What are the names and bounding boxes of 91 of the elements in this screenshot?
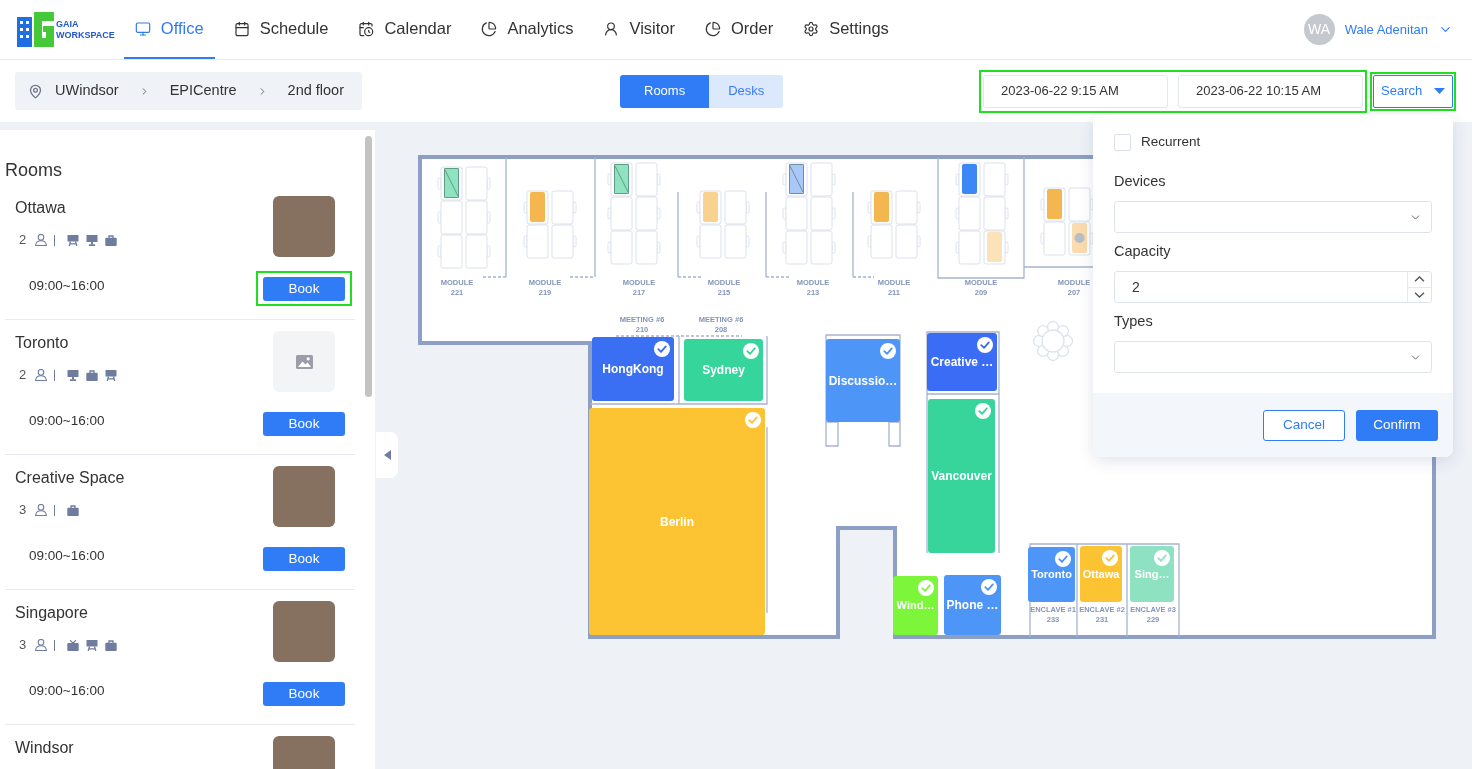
easel-icon	[105, 369, 118, 381]
opening-hours: 09:00~16:00	[28, 682, 106, 700]
field-label: Capacity	[1114, 242, 1172, 261]
book-button[interactable]: Book	[263, 276, 345, 301]
desk[interactable]	[782, 162, 808, 197]
number-input[interactable]: 2	[1114, 271, 1432, 303]
nav-tab[interactable]: Calendar	[347, 0, 463, 59]
chevron-up-icon	[1414, 276, 1425, 283]
cancel-button[interactable]: Cancel	[1263, 410, 1345, 441]
scrollbar[interactable]	[365, 136, 372, 397]
select-field[interactable]	[1114, 201, 1432, 233]
field-label: Devices	[1114, 172, 1167, 191]
book-button[interactable]: Book	[263, 546, 345, 571]
date-field[interactable]: 2023-06-22 10:15 AM	[1178, 74, 1363, 108]
logo-mark	[17, 12, 54, 47]
capacity-count: 3	[19, 636, 27, 655]
person-icon	[35, 504, 48, 516]
person-icon	[35, 639, 48, 651]
nav-tab[interactable]: Settings	[792, 0, 900, 59]
easel-icon	[86, 639, 99, 651]
avatar-icon	[1074, 233, 1085, 243]
briefcase-icon	[105, 639, 118, 651]
panel-title: Rooms	[4, 159, 63, 182]
desk[interactable]	[1068, 221, 1094, 256]
room-name: Toronto	[15, 333, 70, 353]
opening-hours: 09:00~16:00	[28, 547, 106, 565]
room-name: Ottawa	[15, 198, 67, 218]
desk[interactable]	[607, 162, 633, 197]
book-button[interactable]: Book	[263, 681, 345, 706]
nav-tab[interactable]: Order	[694, 0, 785, 59]
room-name: Creative Space	[15, 468, 125, 488]
breadcrumb-link[interactable]: 2nd floor	[287, 80, 344, 102]
desk[interactable]	[867, 190, 893, 225]
easel-icon	[67, 234, 80, 246]
meeting-room[interactable]: Discussio…	[826, 339, 900, 422]
monitor-icon	[86, 234, 99, 246]
caret-down-icon	[1434, 88, 1445, 94]
checkbox[interactable]	[1114, 133, 1131, 151]
date-field[interactable]: 2023-06-22 9:15 AM	[983, 74, 1168, 108]
person-icon	[35, 369, 48, 381]
confirm-button[interactable]: Confirm	[1356, 410, 1438, 441]
checkbox-label[interactable]: Recurrent	[1141, 131, 1201, 153]
view-tab[interactable]: Rooms	[620, 74, 710, 108]
monitor-icon	[134, 20, 151, 37]
chevron-down-icon	[1414, 291, 1425, 298]
tv-icon	[67, 639, 80, 651]
room-name: Windsor	[15, 738, 74, 758]
search-button[interactable]: Search	[1373, 74, 1453, 108]
select-field[interactable]	[1114, 341, 1432, 373]
capacity-count: 2	[19, 231, 27, 250]
nav-tab[interactable]: Visitor	[592, 0, 686, 59]
briefcase-icon	[86, 369, 99, 381]
briefcase-icon	[105, 234, 118, 246]
monitor-icon	[67, 369, 80, 381]
user-name[interactable]: Wale Adenitan	[1344, 19, 1428, 40]
nav-tab[interactable]: Analytics	[470, 0, 585, 59]
collapse-button[interactable]	[376, 432, 398, 478]
breadcrumb-link[interactable]: UWindsor	[55, 80, 119, 102]
nav-tab[interactable]: Schedule	[222, 0, 340, 59]
location-pin-icon	[28, 83, 43, 99]
field-label: Types	[1114, 312, 1154, 331]
meeting-room[interactable]: Toronto	[1028, 547, 1075, 602]
pie-chart-icon	[481, 20, 498, 37]
calendar-icon	[233, 20, 250, 37]
opening-hours: 09:00~16:00	[28, 412, 106, 430]
logo-text: WORKSPACE	[56, 29, 115, 41]
capacity-count: 3	[19, 501, 27, 520]
person-icon	[35, 234, 48, 246]
logo-text: GAIA	[56, 18, 80, 30]
view-tab[interactable]: Desks	[709, 74, 784, 108]
briefcase-icon	[67, 504, 80, 516]
desk[interactable]	[696, 190, 722, 225]
meeting-room[interactable]: Creative …	[927, 333, 997, 391]
room-name: Singapore	[15, 603, 89, 623]
desk[interactable]	[523, 190, 549, 225]
person-icon	[603, 20, 620, 37]
settings-icon	[803, 20, 820, 37]
desk[interactable]	[1040, 187, 1066, 222]
pie-chart-icon	[705, 20, 721, 37]
desk[interactable]	[437, 166, 463, 201]
opening-hours: 09:00~16:00	[28, 277, 106, 295]
breadcrumb-link[interactable]: EPICentre	[169, 80, 237, 102]
book-button[interactable]: Book	[263, 411, 345, 436]
image-icon	[295, 354, 313, 369]
desk[interactable]	[955, 162, 981, 197]
calendar-clock-icon	[358, 20, 375, 37]
capacity-count: 2	[19, 366, 27, 385]
round-table[interactable]	[1032, 320, 1074, 362]
meeting-room[interactable]: Phone …	[944, 575, 1001, 635]
caret-left-icon	[383, 450, 391, 460]
meeting-room[interactable]: HongKong	[592, 337, 674, 401]
